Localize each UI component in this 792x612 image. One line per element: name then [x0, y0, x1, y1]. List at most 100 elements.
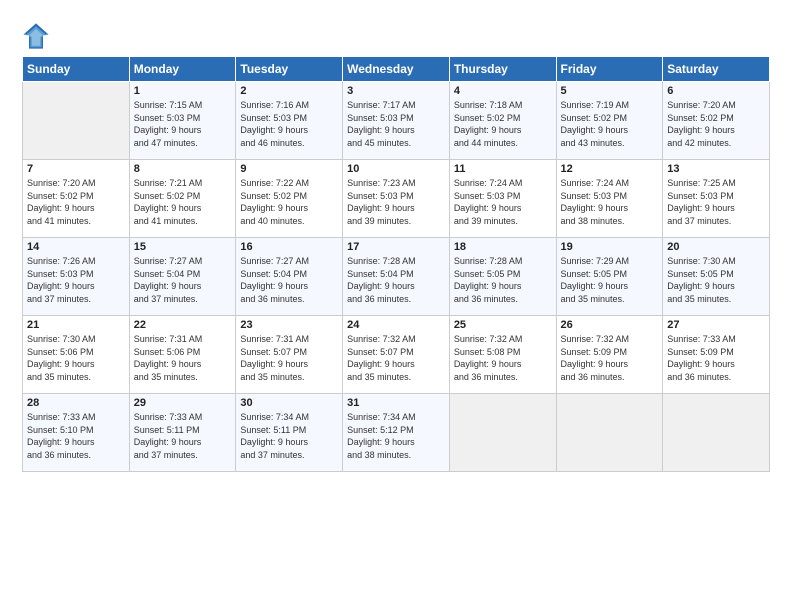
- day-info: Sunrise: 7:33 AM Sunset: 5:09 PM Dayligh…: [667, 333, 765, 383]
- day-number: 30: [240, 397, 338, 409]
- calendar-cell: 30 Sunrise: 7:34 AM Sunset: 5:11 PM Dayli…: [236, 394, 343, 472]
- calendar-header: SundayMondayTuesdayWednesdayThursdayFrid…: [23, 57, 770, 82]
- calendar-cell: 12Sunrise: 7:24 AM Sunset: 5:03 PM Dayli…: [556, 160, 663, 238]
- day-info: Sunrise: 7:34 AM Sunset: 5:11 PM Dayligh…: [240, 411, 338, 461]
- calendar-table: SundayMondayTuesdayWednesdayThursdayFrid…: [22, 56, 770, 472]
- day-number: 20: [667, 241, 765, 253]
- calendar-cell: 13 Sunrise: 7:25 AM Sunset: 5:03 PM Dayli…: [663, 160, 770, 238]
- weekday-header: Wednesday: [343, 57, 450, 82]
- day-number: 1: [134, 85, 232, 97]
- day-info: Sunrise: 7:33 AM Sunset: 5:11 PM Dayligh…: [134, 411, 232, 461]
- calendar-cell: [23, 82, 130, 160]
- day-number: 18: [454, 241, 552, 253]
- calendar-cell: 19 Sunrise: 7:29 AM Sunset: 5:05 PM Dayli…: [556, 238, 663, 316]
- header: [22, 18, 770, 50]
- day-info: Sunrise: 7:27 AM Sunset: 5:04 PM Dayligh…: [134, 255, 232, 305]
- calendar-cell: 22Sunrise: 7:31 AM Sunset: 5:06 PM Dayli…: [129, 316, 236, 394]
- calendar-cell: 21 Sunrise: 7:30 AM Sunset: 5:06 PM Dayli…: [23, 316, 130, 394]
- day-info: Sunrise: 7:25 AM Sunset: 5:03 PM Dayligh…: [667, 177, 765, 227]
- day-info: Sunrise: 7:21 AM Sunset: 5:02 PM Dayligh…: [134, 177, 232, 227]
- calendar-cell: 7Sunrise: 7:20 AM Sunset: 5:02 PM Daylig…: [23, 160, 130, 238]
- calendar-cell: 31Sunrise: 7:34 AM Sunset: 5:12 PM Dayli…: [343, 394, 450, 472]
- weekday-header: Friday: [556, 57, 663, 82]
- day-info: Sunrise: 7:22 AM Sunset: 5:02 PM Dayligh…: [240, 177, 338, 227]
- calendar-cell: 6 Sunrise: 7:20 AM Sunset: 5:02 PM Daylig…: [663, 82, 770, 160]
- day-info: Sunrise: 7:26 AM Sunset: 5:03 PM Dayligh…: [27, 255, 125, 305]
- calendar-cell: 27Sunrise: 7:33 AM Sunset: 5:09 PM Dayli…: [663, 316, 770, 394]
- day-number: 17: [347, 241, 445, 253]
- day-info: Sunrise: 7:32 AM Sunset: 5:07 PM Dayligh…: [347, 333, 445, 383]
- calendar-cell: 15Sunrise: 7:27 AM Sunset: 5:04 PM Dayli…: [129, 238, 236, 316]
- day-number: 24: [347, 319, 445, 331]
- calendar-body: 1 Sunrise: 7:15 AM Sunset: 5:03 PM Daylig…: [23, 82, 770, 472]
- weekday-header: Monday: [129, 57, 236, 82]
- calendar-cell: 16 Sunrise: 7:27 AM Sunset: 5:04 PM Dayli…: [236, 238, 343, 316]
- calendar-cell: 8 Sunrise: 7:21 AM Sunset: 5:02 PM Daylig…: [129, 160, 236, 238]
- calendar-cell: 14 Sunrise: 7:26 AM Sunset: 5:03 PM Dayli…: [23, 238, 130, 316]
- day-number: 8: [134, 163, 232, 175]
- calendar-cell: 26 Sunrise: 7:32 AM Sunset: 5:09 PM Dayli…: [556, 316, 663, 394]
- day-number: 23: [240, 319, 338, 331]
- day-number: 11: [454, 163, 552, 175]
- weekday-row: SundayMondayTuesdayWednesdayThursdayFrid…: [23, 57, 770, 82]
- day-number: 19: [561, 241, 659, 253]
- day-info: Sunrise: 7:15 AM Sunset: 5:03 PM Dayligh…: [134, 99, 232, 149]
- day-info: Sunrise: 7:16 AM Sunset: 5:03 PM Dayligh…: [240, 99, 338, 149]
- day-info: Sunrise: 7:30 AM Sunset: 5:05 PM Dayligh…: [667, 255, 765, 305]
- calendar-week-row: 28 Sunrise: 7:33 AM Sunset: 5:10 PM Dayli…: [23, 394, 770, 472]
- calendar-cell: 11 Sunrise: 7:24 AM Sunset: 5:03 PM Dayli…: [449, 160, 556, 238]
- calendar-cell: 1 Sunrise: 7:15 AM Sunset: 5:03 PM Daylig…: [129, 82, 236, 160]
- calendar-cell: 17 Sunrise: 7:28 AM Sunset: 5:04 PM Dayli…: [343, 238, 450, 316]
- calendar-cell: [556, 394, 663, 472]
- calendar-cell: [449, 394, 556, 472]
- calendar-cell: 24 Sunrise: 7:32 AM Sunset: 5:07 PM Dayli…: [343, 316, 450, 394]
- day-info: Sunrise: 7:32 AM Sunset: 5:09 PM Dayligh…: [561, 333, 659, 383]
- day-info: Sunrise: 7:20 AM Sunset: 5:02 PM Dayligh…: [27, 177, 125, 227]
- calendar-cell: 25 Sunrise: 7:32 AM Sunset: 5:08 PM Dayli…: [449, 316, 556, 394]
- page: SundayMondayTuesdayWednesdayThursdayFrid…: [0, 0, 792, 612]
- calendar-cell: 4 Sunrise: 7:18 AM Sunset: 5:02 PM Daylig…: [449, 82, 556, 160]
- day-number: 4: [454, 85, 552, 97]
- day-info: Sunrise: 7:31 AM Sunset: 5:06 PM Dayligh…: [134, 333, 232, 383]
- day-info: Sunrise: 7:28 AM Sunset: 5:04 PM Dayligh…: [347, 255, 445, 305]
- day-number: 3: [347, 85, 445, 97]
- day-info: Sunrise: 7:27 AM Sunset: 5:04 PM Dayligh…: [240, 255, 338, 305]
- day-info: Sunrise: 7:33 AM Sunset: 5:10 PM Dayligh…: [27, 411, 125, 461]
- day-number: 12: [561, 163, 659, 175]
- day-info: Sunrise: 7:20 AM Sunset: 5:02 PM Dayligh…: [667, 99, 765, 149]
- day-number: 28: [27, 397, 125, 409]
- calendar-week-row: 1 Sunrise: 7:15 AM Sunset: 5:03 PM Daylig…: [23, 82, 770, 160]
- weekday-header: Tuesday: [236, 57, 343, 82]
- calendar-cell: 9 Sunrise: 7:22 AM Sunset: 5:02 PM Daylig…: [236, 160, 343, 238]
- day-number: 21: [27, 319, 125, 331]
- day-info: Sunrise: 7:19 AM Sunset: 5:02 PM Dayligh…: [561, 99, 659, 149]
- logo: [22, 22, 52, 50]
- day-info: Sunrise: 7:24 AM Sunset: 5:03 PM Dayligh…: [454, 177, 552, 227]
- day-number: 2: [240, 85, 338, 97]
- day-number: 25: [454, 319, 552, 331]
- calendar-cell: 3Sunrise: 7:17 AM Sunset: 5:03 PM Daylig…: [343, 82, 450, 160]
- calendar-cell: 18 Sunrise: 7:28 AM Sunset: 5:05 PM Dayli…: [449, 238, 556, 316]
- day-info: Sunrise: 7:29 AM Sunset: 5:05 PM Dayligh…: [561, 255, 659, 305]
- day-number: 13: [667, 163, 765, 175]
- day-number: 26: [561, 319, 659, 331]
- calendar-week-row: 7Sunrise: 7:20 AM Sunset: 5:02 PM Daylig…: [23, 160, 770, 238]
- calendar-cell: 28 Sunrise: 7:33 AM Sunset: 5:10 PM Dayli…: [23, 394, 130, 472]
- weekday-header: Sunday: [23, 57, 130, 82]
- day-number: 16: [240, 241, 338, 253]
- day-info: Sunrise: 7:18 AM Sunset: 5:02 PM Dayligh…: [454, 99, 552, 149]
- day-info: Sunrise: 7:30 AM Sunset: 5:06 PM Dayligh…: [27, 333, 125, 383]
- day-info: Sunrise: 7:28 AM Sunset: 5:05 PM Dayligh…: [454, 255, 552, 305]
- weekday-header: Saturday: [663, 57, 770, 82]
- day-number: 6: [667, 85, 765, 97]
- day-number: 29: [134, 397, 232, 409]
- day-info: Sunrise: 7:34 AM Sunset: 5:12 PM Dayligh…: [347, 411, 445, 461]
- logo-icon: [22, 22, 50, 50]
- day-info: Sunrise: 7:23 AM Sunset: 5:03 PM Dayligh…: [347, 177, 445, 227]
- day-info: Sunrise: 7:32 AM Sunset: 5:08 PM Dayligh…: [454, 333, 552, 383]
- calendar-week-row: 21 Sunrise: 7:30 AM Sunset: 5:06 PM Dayli…: [23, 316, 770, 394]
- calendar-cell: 2 Sunrise: 7:16 AM Sunset: 5:03 PM Daylig…: [236, 82, 343, 160]
- calendar-cell: [663, 394, 770, 472]
- day-number: 9: [240, 163, 338, 175]
- day-number: 14: [27, 241, 125, 253]
